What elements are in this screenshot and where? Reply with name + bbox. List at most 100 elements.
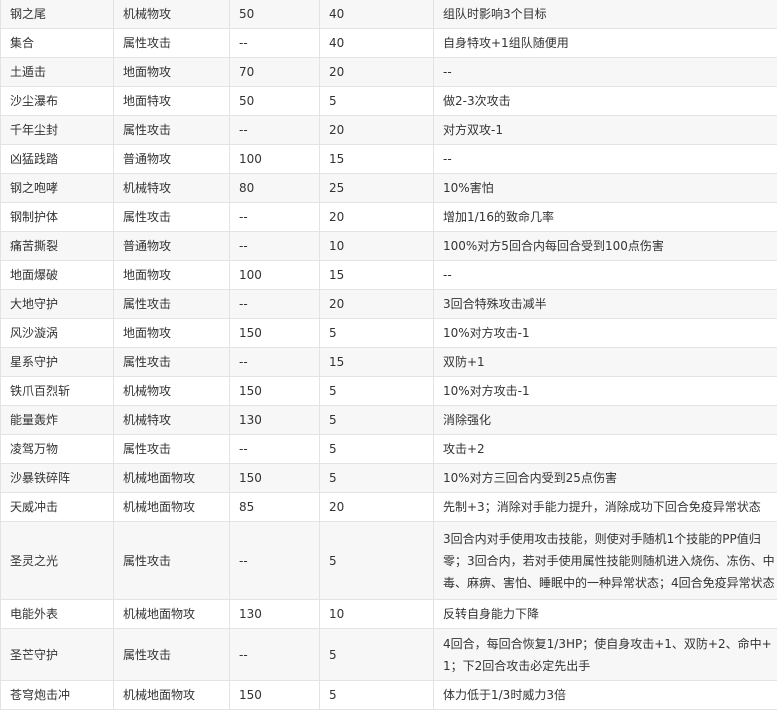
skill-effect: 消除强化 [434, 406, 777, 435]
skill-name: 电能外表 [1, 600, 114, 629]
skill-pp: 5 [320, 406, 434, 435]
skill-name: 钢之咆哮 [1, 174, 114, 203]
skill-pp: 10 [320, 600, 434, 629]
skill-power: 150 [230, 377, 320, 406]
table-row: 集合 属性攻击 -- 40 自身特攻+1组队随便用 [1, 29, 777, 58]
skill-type: 属性攻击 [114, 435, 230, 464]
skill-pp: 5 [320, 464, 434, 493]
skill-type: 地面物攻 [114, 261, 230, 290]
table-row: 凶猛践踏 普通物攻 100 15 -- [1, 145, 777, 174]
skill-name: 沙尘瀑布 [1, 87, 114, 116]
skill-type: 普通物攻 [114, 145, 230, 174]
skill-type: 地面物攻 [114, 319, 230, 348]
skill-pp: 20 [320, 290, 434, 319]
skill-name: 星系守护 [1, 348, 114, 377]
skill-name: 土遁击 [1, 58, 114, 87]
skill-name: 凶猛践踏 [1, 145, 114, 174]
skill-type: 机械物攻 [114, 377, 230, 406]
skill-pp: 15 [320, 348, 434, 377]
table-row: 钢制护体 属性攻击 -- 20 增加1/16的致命几率 [1, 203, 777, 232]
skill-type: 属性攻击 [114, 629, 230, 681]
skill-pp: 15 [320, 261, 434, 290]
skill-name: 沙暴铁碎阵 [1, 464, 114, 493]
skill-pp: 5 [320, 681, 434, 710]
table-row: 土遁击 地面物攻 70 20 -- [1, 58, 777, 87]
skill-type: 机械物攻 [114, 0, 230, 29]
skill-power: 100 [230, 145, 320, 174]
skill-power: -- [230, 435, 320, 464]
skill-effect: 3回合特殊攻击减半 [434, 290, 777, 319]
skill-pp: 20 [320, 58, 434, 87]
skill-effect: 双防+1 [434, 348, 777, 377]
table-row: 圣芒守护 属性攻击 -- 5 4回合，每回合恢复1/3HP；使自身攻击+1、双防… [1, 629, 777, 681]
skill-pp: 40 [320, 0, 434, 29]
skill-effect: -- [434, 261, 777, 290]
skill-power: 50 [230, 87, 320, 116]
skill-type: 属性攻击 [114, 203, 230, 232]
skill-power: 85 [230, 493, 320, 522]
table-row: 大地守护 属性攻击 -- 20 3回合特殊攻击减半 [1, 290, 777, 319]
skill-pp: 5 [320, 435, 434, 464]
skill-power: 130 [230, 600, 320, 629]
skill-name: 圣灵之光 [1, 522, 114, 600]
skill-pp: 5 [320, 522, 434, 600]
skill-name: 大地守护 [1, 290, 114, 319]
table-row: 星系守护 属性攻击 -- 15 双防+1 [1, 348, 777, 377]
skill-name: 能量轰炸 [1, 406, 114, 435]
skill-power: 150 [230, 464, 320, 493]
skill-name: 地面爆破 [1, 261, 114, 290]
skill-effect: 做2-3次攻击 [434, 87, 777, 116]
skill-name: 圣芒守护 [1, 629, 114, 681]
skill-name: 钢之尾 [1, 0, 114, 29]
skill-effect: 反转自身能力下降 [434, 600, 777, 629]
skill-effect: -- [434, 58, 777, 87]
skill-type: 机械特攻 [114, 406, 230, 435]
skill-type: 属性攻击 [114, 522, 230, 600]
skill-effect: 100%对方5回合内每回合受到100点伤害 [434, 232, 777, 261]
skill-power: -- [230, 203, 320, 232]
skill-name: 集合 [1, 29, 114, 58]
skill-effect: 自身特攻+1组队随便用 [434, 29, 777, 58]
skill-type: 属性攻击 [114, 29, 230, 58]
table-row: 苍穹炮击冲 机械地面物攻 150 5 体力低于1/3时威力3倍 [1, 681, 777, 710]
skill-type: 地面特攻 [114, 87, 230, 116]
table-row: 能量轰炸 机械特攻 130 5 消除强化 [1, 406, 777, 435]
skill-effect: 增加1/16的致命几率 [434, 203, 777, 232]
skill-pp: 5 [320, 319, 434, 348]
skill-power: 100 [230, 261, 320, 290]
skill-power: 70 [230, 58, 320, 87]
skill-table: 钢之尾 机械物攻 50 40 组队时影响3个目标 集合 属性攻击 -- 40 自… [0, 0, 777, 710]
skill-power: 150 [230, 681, 320, 710]
skill-name: 天威冲击 [1, 493, 114, 522]
skill-effect: 10%对方攻击-1 [434, 319, 777, 348]
skill-pp: 25 [320, 174, 434, 203]
skill-type: 机械地面物攻 [114, 493, 230, 522]
table-row: 沙暴铁碎阵 机械地面物攻 150 5 10%对方三回合内受到25点伤害 [1, 464, 777, 493]
table-row: 圣灵之光 属性攻击 -- 5 3回合内对手使用攻击技能，则使对手随机1个技能的P… [1, 522, 777, 600]
skill-name: 千年尘封 [1, 116, 114, 145]
table-row: 钢之咆哮 机械特攻 80 25 10%害怕 [1, 174, 777, 203]
skill-type: 机械特攻 [114, 174, 230, 203]
table-row: 痛苦撕裂 普通物攻 -- 10 100%对方5回合内每回合受到100点伤害 [1, 232, 777, 261]
skill-name: 痛苦撕裂 [1, 232, 114, 261]
table-row: 地面爆破 地面物攻 100 15 -- [1, 261, 777, 290]
table-row: 凌驾万物 属性攻击 -- 5 攻击+2 [1, 435, 777, 464]
skill-pp: 10 [320, 232, 434, 261]
skill-power: -- [230, 29, 320, 58]
table-row: 千年尘封 属性攻击 -- 20 对方双攻-1 [1, 116, 777, 145]
table-row: 钢之尾 机械物攻 50 40 组队时影响3个目标 [1, 0, 777, 29]
skill-pp: 5 [320, 629, 434, 681]
skill-effect: 体力低于1/3时威力3倍 [434, 681, 777, 710]
table-row: 沙尘瀑布 地面特攻 50 5 做2-3次攻击 [1, 87, 777, 116]
skill-type: 普通物攻 [114, 232, 230, 261]
skill-power: 130 [230, 406, 320, 435]
skill-type: 机械地面物攻 [114, 600, 230, 629]
skill-power: -- [230, 116, 320, 145]
table-row: 电能外表 机械地面物攻 130 10 反转自身能力下降 [1, 600, 777, 629]
skill-power: -- [230, 232, 320, 261]
table-row: 铁爪百烈斩 机械物攻 150 5 10%对方攻击-1 [1, 377, 777, 406]
skill-pp: 5 [320, 87, 434, 116]
skill-type: 地面物攻 [114, 58, 230, 87]
skill-effect: 3回合内对手使用攻击技能，则使对手随机1个技能的PP值归零；3回合内，若对手使用… [434, 522, 777, 600]
skill-pp: 20 [320, 203, 434, 232]
